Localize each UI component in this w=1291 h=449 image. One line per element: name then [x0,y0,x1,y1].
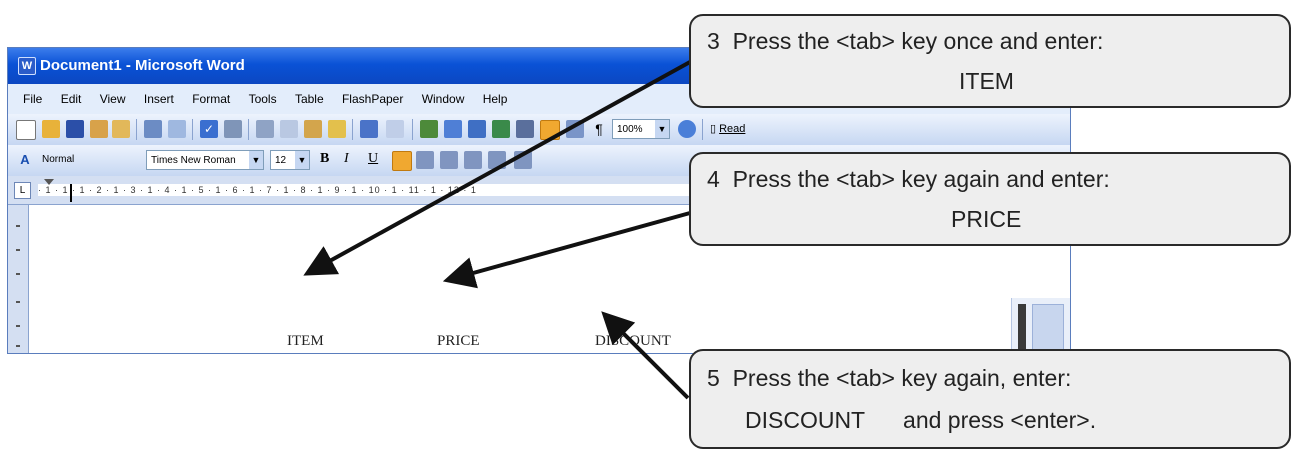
callout-step-4-value: PRICE [951,206,1022,232]
menu-edit[interactable]: Edit [61,84,82,114]
numbering-icon[interactable] [514,151,532,169]
undo-icon[interactable] [360,120,378,138]
chevron-down-icon: ▼ [295,151,309,169]
callout-step-4: 4 Press the <tab> key again and enter: P… [689,152,1291,246]
print-preview-icon[interactable] [168,120,186,138]
callout-step-3-instruction: 3 Press the <tab> key once and enter: [707,28,1104,54]
menu-file[interactable]: File [23,84,42,114]
show-hide-icon[interactable]: ¶ [590,120,608,138]
menu-help[interactable]: Help [483,84,508,114]
callout-step-3: 3 Press the <tab> key once and enter: IT… [689,14,1291,108]
menu-view[interactable]: View [100,84,126,114]
bold-button[interactable]: B [320,151,329,167]
styles-icon[interactable]: A [16,151,34,169]
font-size-value: 12 [275,155,287,166]
text-cursor [70,184,72,202]
window-title: Document1 - Microsoft Word [40,57,245,74]
word-app-icon: W [18,57,36,75]
email-icon[interactable] [112,120,130,138]
cut-icon[interactable] [256,120,274,138]
underline-button[interactable]: U [368,151,378,167]
callout-step-5-instruction: 5 Press the <tab> key again, enter: [707,365,1072,391]
zoom-dropdown[interactable]: 100% ▼ [612,119,670,139]
chevron-down-icon: ▼ [655,120,669,138]
center-icon[interactable] [416,151,434,169]
research-icon[interactable] [224,120,242,138]
paste-icon[interactable] [304,120,322,138]
permission-icon[interactable] [90,120,108,138]
align-left-icon[interactable] [392,151,412,171]
justify-icon[interactable] [464,151,482,169]
line-spacing-icon[interactable] [488,151,506,169]
copy-icon[interactable] [280,120,298,138]
doc-text-item: ITEM [287,333,324,349]
menu-flashpaper[interactable]: FlashPaper [342,84,403,114]
style-value: Normal [42,154,75,165]
chevron-down-icon: ▼ [249,151,263,169]
format-painter-icon[interactable] [328,120,346,138]
first-line-indent-marker[interactable] [44,179,54,185]
drawing-icon[interactable] [540,120,560,140]
document-map-icon[interactable] [566,120,584,138]
open-folder-icon[interactable] [42,120,60,138]
zoom-value: 100% [617,124,643,135]
vertical-ruler [8,205,29,353]
new-document-icon[interactable] [16,120,36,140]
menu-tools[interactable]: Tools [249,84,277,114]
read-label: Read [719,123,746,135]
menu-table[interactable]: Table [295,84,324,114]
tab-selector-icon[interactable]: L [14,182,31,199]
callout-step-5-value: DISCOUNT and press <enter>. [745,407,1097,433]
align-right-icon[interactable] [440,151,458,169]
insert-table-icon[interactable] [468,120,486,138]
redo-icon[interactable] [386,120,404,138]
menu-insert[interactable]: Insert [144,84,174,114]
scroll-thumb[interactable] [1032,304,1064,353]
menu-format[interactable]: Format [192,84,230,114]
font-dropdown[interactable]: Times New Roman ▼ [146,150,264,170]
print-icon[interactable] [144,120,162,138]
menu-window[interactable]: Window [422,84,465,114]
italic-button[interactable]: I [344,151,349,167]
doc-text-price: PRICE [437,333,480,349]
spelling-icon[interactable]: ✓ [200,120,218,138]
tables-borders-icon[interactable] [444,120,462,138]
read-button[interactable]: ▯ Read [710,122,745,135]
save-icon[interactable] [66,120,84,138]
font-size-dropdown[interactable]: 12 ▼ [270,150,310,170]
doc-text-discount: DISCOUNT [595,333,671,349]
font-value: Times New Roman [151,155,236,166]
callout-step-5: 5 Press the <tab> key again, enter: DISC… [689,349,1291,449]
columns-icon[interactable] [516,120,534,138]
callout-step-3-value: ITEM [959,68,1014,94]
vertical-scrollbar[interactable] [1011,298,1070,353]
style-dropdown[interactable]: Normal [38,150,140,170]
help-icon[interactable] [678,120,696,138]
standard-toolbar: ✓ ¶ 100% ▼ ▯ Read [8,114,1070,146]
insert-excel-icon[interactable] [492,120,510,138]
hyperlink-icon[interactable] [420,120,438,138]
scroll-track [1018,304,1026,353]
callout-step-4-instruction: 4 Press the <tab> key again and enter: [707,166,1110,192]
